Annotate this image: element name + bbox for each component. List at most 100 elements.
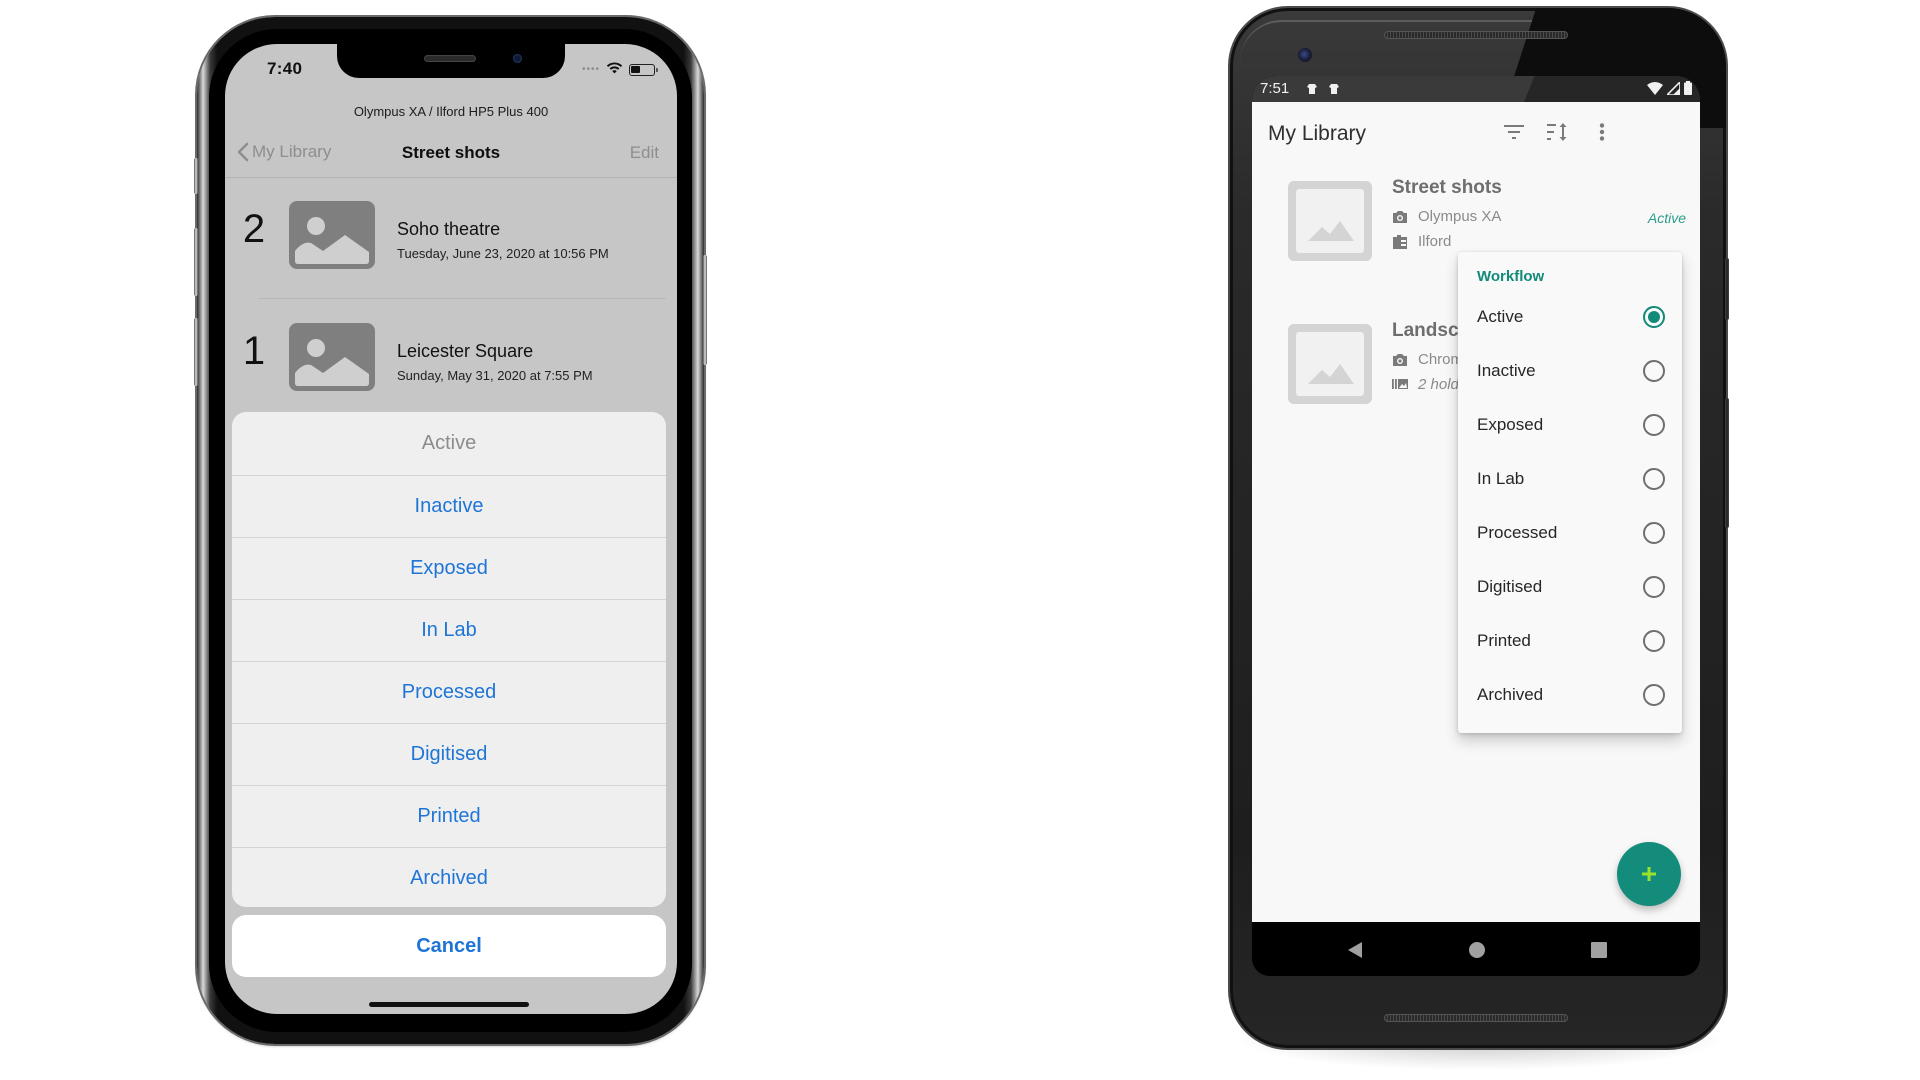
iphone-volume-up-button: [194, 228, 198, 296]
home-circle-icon: [1469, 942, 1485, 958]
menu-item-label: Printed: [1477, 631, 1531, 650]
action-sheet-item-processed[interactable]: Processed: [232, 661, 666, 723]
radio-unselected-icon[interactable]: [1643, 576, 1665, 598]
action-sheet-item-in-lab[interactable]: In Lab: [232, 599, 666, 661]
chevron-left-icon: [237, 142, 249, 162]
item-camera-label: Chrom: [1418, 351, 1464, 368]
item-holders: 2 hold: [1392, 376, 1459, 393]
radio-unselected-icon[interactable]: [1643, 522, 1665, 544]
menu-item-label: In Lab: [1477, 469, 1525, 488]
menu-item-inactive[interactable]: Inactive: [1458, 344, 1682, 398]
filter-icon: [1504, 125, 1524, 139]
photo-placeholder-icon: [289, 201, 375, 269]
ios-screen: 7:40 •••• Olympus XA / Ilford HP5 Plus 4…: [225, 44, 677, 1014]
item-holders-label: 2 hold: [1418, 376, 1459, 393]
menu-item-exposed[interactable]: Exposed: [1458, 398, 1682, 452]
item-title: Street shots: [1392, 177, 1502, 198]
android-app: My Library Street shots Olympus XA Ilfor…: [1252, 102, 1700, 922]
back-button[interactable]: My Library: [237, 142, 331, 162]
android-notification-icon: [1307, 84, 1317, 94]
app-bar: My Library: [1252, 102, 1700, 162]
list-item[interactable]: 1 Leicester Square Sunday, May 31, 2020 …: [225, 301, 677, 423]
film-roll-icon: [1393, 234, 1407, 249]
back-button-label: My Library: [252, 142, 332, 161]
photo-placeholder-icon: [289, 323, 375, 391]
ios-navigation-bar: My Library Street shots Edit: [225, 130, 677, 178]
action-sheet-item-exposed[interactable]: Exposed: [232, 537, 666, 599]
nav-recents-button[interactable]: [1585, 936, 1613, 964]
radio-unselected-icon[interactable]: [1643, 630, 1665, 652]
cancel-button[interactable]: Cancel: [232, 915, 666, 977]
photo-placeholder-icon: [1288, 324, 1372, 404]
row-divider: [258, 298, 666, 299]
battery-icon: [1684, 81, 1692, 95]
menu-item-label: Exposed: [1477, 415, 1544, 434]
iphone-power-button: [703, 255, 707, 365]
list-item[interactable]: 2 Soho theatre Tuesday, June 23, 2020 at…: [225, 179, 677, 301]
menu-item-in-lab[interactable]: In Lab: [1458, 452, 1682, 506]
iphone-mute-switch: [194, 158, 198, 194]
camera-icon: [1393, 210, 1407, 223]
menu-item-label: Inactive: [1477, 361, 1536, 380]
radio-selected-icon[interactable]: [1643, 306, 1665, 328]
menu-item-processed[interactable]: Processed: [1458, 506, 1682, 560]
iphone-notch: [337, 44, 565, 78]
action-sheet-item-archived[interactable]: Archived: [232, 847, 666, 907]
status-badge: Active: [1647, 210, 1686, 226]
radio-unselected-icon[interactable]: [1643, 414, 1665, 436]
android-status-bar: 7:51: [1252, 76, 1700, 102]
wifi-icon: [606, 61, 623, 79]
add-fab-button[interactable]: [1617, 842, 1681, 906]
nav-home-button[interactable]: [1463, 936, 1491, 964]
android-screen: 7:51 My Library Street shots Olympus XA …: [1252, 76, 1700, 976]
item-title: Soho theatre: [397, 219, 501, 239]
menu-item-printed[interactable]: Printed: [1458, 614, 1682, 668]
menu-header: Workflow: [1477, 268, 1545, 285]
android-bottom-speaker: [1384, 1014, 1568, 1022]
android-volume-button: [1725, 398, 1729, 528]
sort-button[interactable]: [1542, 116, 1574, 148]
cellular-signal-icon: ••••: [581, 64, 600, 75]
menu-item-archived[interactable]: Archived: [1458, 668, 1682, 722]
radio-unselected-icon[interactable]: [1643, 468, 1665, 490]
android-top-speaker: [1384, 31, 1568, 39]
workflow-menu: Workflow Active Inactive Exposed In Lab …: [1458, 252, 1682, 733]
android-power-button: [1725, 258, 1729, 320]
filter-button[interactable]: [1498, 116, 1530, 148]
app-title: My Library: [1268, 122, 1367, 145]
radio-unselected-icon[interactable]: [1643, 684, 1665, 706]
ios-nav-subtitle: Olympus XA / Ilford HP5 Plus 400: [353, 104, 549, 119]
item-date: Tuesday, June 23, 2020 at 10:56 PM: [397, 246, 609, 261]
radio-unselected-icon[interactable]: [1643, 360, 1665, 382]
back-triangle-icon: [1348, 942, 1362, 958]
menu-item-digitised[interactable]: Digitised: [1458, 560, 1682, 614]
menu-item-label: Processed: [1477, 523, 1558, 542]
item-date: Sunday, May 31, 2020 at 7:55 PM: [397, 368, 593, 383]
android-status-icons: [1647, 81, 1692, 95]
item-camera: Chrom: [1392, 351, 1463, 368]
photo-placeholder-icon: [1288, 181, 1372, 261]
item-camera-label: Olympus XA: [1418, 208, 1502, 225]
nav-back-button[interactable]: [1341, 936, 1369, 964]
iphone-volume-down-button: [194, 318, 198, 386]
iphone-camera: [513, 54, 522, 63]
home-indicator[interactable]: [369, 1002, 529, 1007]
ios-status-time: 7:40: [267, 59, 303, 78]
action-sheet-item-digitised[interactable]: Digitised: [232, 723, 666, 785]
action-sheet: Active Inactive Exposed In Lab Processed…: [232, 412, 666, 907]
action-sheet-item-active[interactable]: Active: [232, 412, 666, 475]
more-options-button[interactable]: [1586, 116, 1618, 148]
android-notification-icon: [1329, 84, 1339, 94]
edit-button[interactable]: Edit: [630, 143, 659, 163]
item-film-label: Ilford: [1418, 233, 1452, 250]
iphone-speaker: [424, 55, 476, 62]
item-number: 1: [242, 329, 266, 373]
action-sheet-item-inactive[interactable]: Inactive: [232, 475, 666, 537]
wifi-icon: [1647, 81, 1663, 95]
menu-item-active[interactable]: Active: [1458, 290, 1682, 344]
plus-icon: [1642, 867, 1656, 881]
action-sheet-item-printed[interactable]: Printed: [232, 785, 666, 847]
ios-status-icons: ••••: [581, 61, 658, 79]
android-navigation-bar: [1252, 922, 1700, 976]
recents-square-icon: [1591, 942, 1607, 958]
